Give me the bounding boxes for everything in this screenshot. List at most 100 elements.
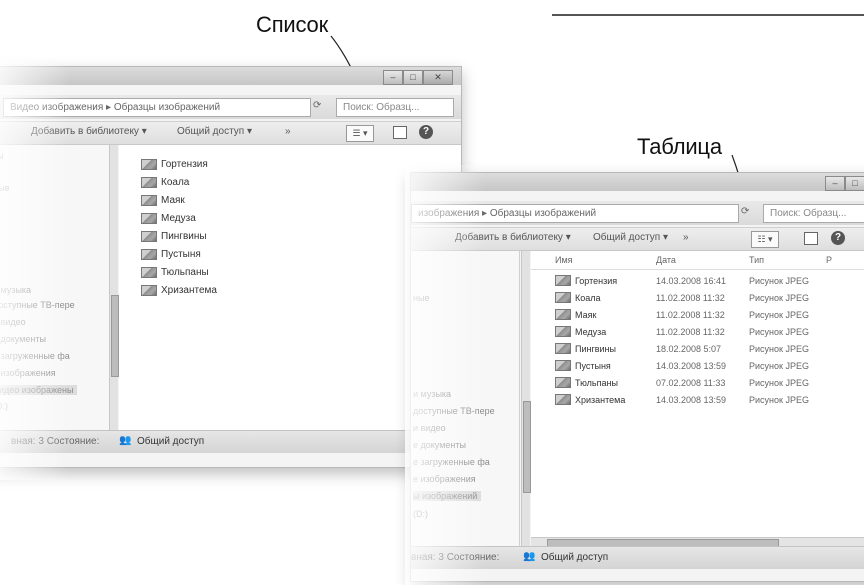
table-row[interactable]: Медуза 11.02.2008 11:32 Рисунок JPEG — [531, 326, 864, 341]
list-view-icon: ☰ ▾ — [352, 128, 368, 138]
nav-scroll-thumb[interactable] — [111, 295, 119, 377]
list-item[interactable]: Пингвины — [141, 231, 207, 242]
nav-item[interactable]: и музыка — [413, 389, 451, 399]
view-options-button[interactable]: ☰ ▾ — [346, 125, 374, 142]
table-row[interactable]: Тюльпаны 07.02.2008 11:33 Рисунок JPEG — [531, 377, 864, 392]
image-file-icon — [141, 159, 157, 170]
table-row[interactable]: Коала 11.02.2008 11:32 Рисунок JPEG — [531, 292, 864, 307]
share-status-label: Общий доступ — [541, 552, 609, 563]
nav-item[interactable]: и видео — [0, 317, 26, 327]
list-item[interactable]: Гортензия — [141, 159, 208, 170]
list-item[interactable]: Тюльпаны — [141, 267, 209, 278]
share-button[interactable]: Общий доступ ▾ — [593, 232, 668, 243]
explorer-window-list: – □ ✕ Видео изображения ▸ Образцы изобра… — [0, 66, 462, 468]
list-item[interactable]: Коала — [141, 177, 189, 188]
list-item[interactable]: Медуза — [141, 213, 196, 224]
share-button[interactable]: Общий доступ ▾ — [177, 126, 252, 137]
add-to-library-button[interactable]: Добавить в библиотеку ▾ — [31, 126, 147, 137]
nav-item[interactable]: (D:) — [0, 401, 8, 411]
status-text: вная: 3 Состояние: — [411, 552, 500, 563]
search-input[interactable]: Поиск: Образц... — [763, 204, 864, 223]
nav-scrollbar[interactable] — [109, 145, 119, 430]
address-bar[interactable]: изображения ▸ Образцы изображений — [411, 204, 739, 223]
nav-item[interactable]: доступные ТВ-пере — [413, 406, 495, 416]
column-header-date[interactable]: Дата — [656, 255, 676, 265]
image-file-icon — [141, 231, 157, 242]
nav-item[interactable]: ные — [413, 293, 429, 303]
image-file-icon — [555, 326, 571, 337]
preview-pane-button[interactable] — [393, 126, 407, 139]
image-file-icon — [141, 249, 157, 260]
search-input[interactable]: Поиск: Образц... — [336, 98, 454, 117]
cell-name: Хризантема — [555, 394, 625, 405]
nav-item[interactable]: е изображения — [413, 474, 476, 484]
list-item[interactable]: Маяк — [141, 195, 185, 206]
nav-item[interactable]: ты — [0, 151, 4, 161]
column-header-name[interactable]: Имя — [555, 255, 573, 265]
nav-item[interactable]: доступные ТВ-пере — [0, 300, 75, 310]
add-to-library-button[interactable]: Добавить в библиотеку ▾ — [455, 232, 571, 243]
table-header: Имя Дата Тип Р — [531, 255, 864, 270]
table-row[interactable]: Пингвины 18.02.2008 5:07 Рисунок JPEG — [531, 343, 864, 358]
callout-table-label: Таблица — [637, 134, 722, 159]
image-file-icon — [141, 267, 157, 278]
nav-item[interactable]: (D:) — [413, 509, 428, 519]
close-button[interactable]: ✕ — [423, 70, 453, 85]
nav-item[interactable]: и видео — [413, 423, 446, 433]
minimize-button[interactable]: – — [383, 70, 403, 85]
nav-item-selected[interactable]: Видео изображены — [0, 385, 78, 395]
image-file-icon — [555, 360, 571, 371]
refresh-icon[interactable]: ⟳ — [313, 100, 321, 111]
title-bar[interactable]: – □ ✕ — [0, 67, 461, 85]
details-table: Имя Дата Тип Р Гортензия 14.03.2008 16:41… — [531, 251, 864, 537]
address-bar[interactable]: Видео изображения ▸ Образцы изображений — [3, 98, 311, 117]
nav-item[interactable]: е изображения — [0, 368, 56, 378]
image-file-icon — [555, 292, 571, 303]
table-row[interactable]: Гортензия 14.03.2008 16:41 Рисунок JPEG — [531, 275, 864, 290]
help-icon[interactable]: ? — [831, 231, 845, 245]
table-row[interactable]: Хризантема 14.03.2008 13:59 Рисунок JPEG — [531, 394, 864, 409]
title-bar[interactable]: – □ ✕ — [411, 173, 864, 191]
cell-name: Коала — [555, 292, 601, 303]
more-button[interactable]: » — [285, 126, 291, 137]
status-bar: вная: 3 Состояние: 👥 Общий доступ — [0, 430, 461, 453]
help-icon[interactable]: ? — [419, 125, 433, 139]
cell-date: 18.02.2008 5:07 — [656, 344, 722, 354]
details-view-icon: ☷ ▾ — [757, 234, 773, 244]
callout-list-label: Список — [256, 12, 328, 37]
preview-pane-button[interactable] — [804, 232, 818, 245]
maximize-button[interactable]: □ — [845, 176, 864, 191]
cell-type: Рисунок JPEG — [749, 344, 809, 354]
address-row: изображения ▸ Образцы изображений ⟳ Поис… — [411, 201, 864, 225]
cell-date: 11.02.2008 11:32 — [656, 310, 725, 320]
nav-item[interactable]: е документы — [0, 334, 46, 344]
more-button[interactable]: » — [683, 232, 689, 243]
nav-item[interactable]: е загруженные фа — [0, 351, 70, 361]
share-status-label: Общий доступ — [137, 436, 205, 447]
nav-item[interactable]: е документы — [413, 440, 466, 450]
navigation-pane: ты ные и музыка доступные ТВ-пере и виде… — [0, 145, 110, 430]
nav-item[interactable]: е загруженные фа — [413, 457, 490, 467]
view-options-button[interactable]: ☷ ▾ — [751, 231, 779, 248]
list-item[interactable]: Пустыня — [141, 249, 201, 260]
nav-scrollbar[interactable] — [521, 251, 531, 546]
nav-scroll-thumb[interactable] — [523, 401, 531, 493]
status-bar: вная: 3 Состояние: 👥 Общий доступ — [411, 546, 864, 569]
column-header-type[interactable]: Тип — [749, 255, 764, 265]
cell-type: Рисунок JPEG — [749, 395, 809, 405]
cell-name: Пустыня — [555, 360, 611, 371]
nav-item-selected[interactable]: ы изображений — [413, 491, 482, 501]
decorative-line — [552, 14, 864, 16]
explorer-window-table: – □ ✕ изображения ▸ Образцы изображений … — [410, 172, 864, 582]
refresh-icon[interactable]: ⟳ — [741, 206, 749, 217]
cell-name: Гортензия — [555, 275, 617, 286]
image-file-icon — [555, 377, 571, 388]
column-header-size[interactable]: Р — [826, 255, 832, 265]
table-row[interactable]: Маяк 11.02.2008 11:32 Рисунок JPEG — [531, 309, 864, 324]
table-row[interactable]: Пустыня 14.03.2008 13:59 Рисунок JPEG — [531, 360, 864, 375]
nav-item[interactable]: ные — [0, 183, 9, 193]
nav-item[interactable]: и музыка — [0, 285, 31, 295]
maximize-button[interactable]: □ — [403, 70, 423, 85]
list-item[interactable]: Хризантема — [141, 285, 217, 296]
minimize-button[interactable]: – — [825, 176, 845, 191]
